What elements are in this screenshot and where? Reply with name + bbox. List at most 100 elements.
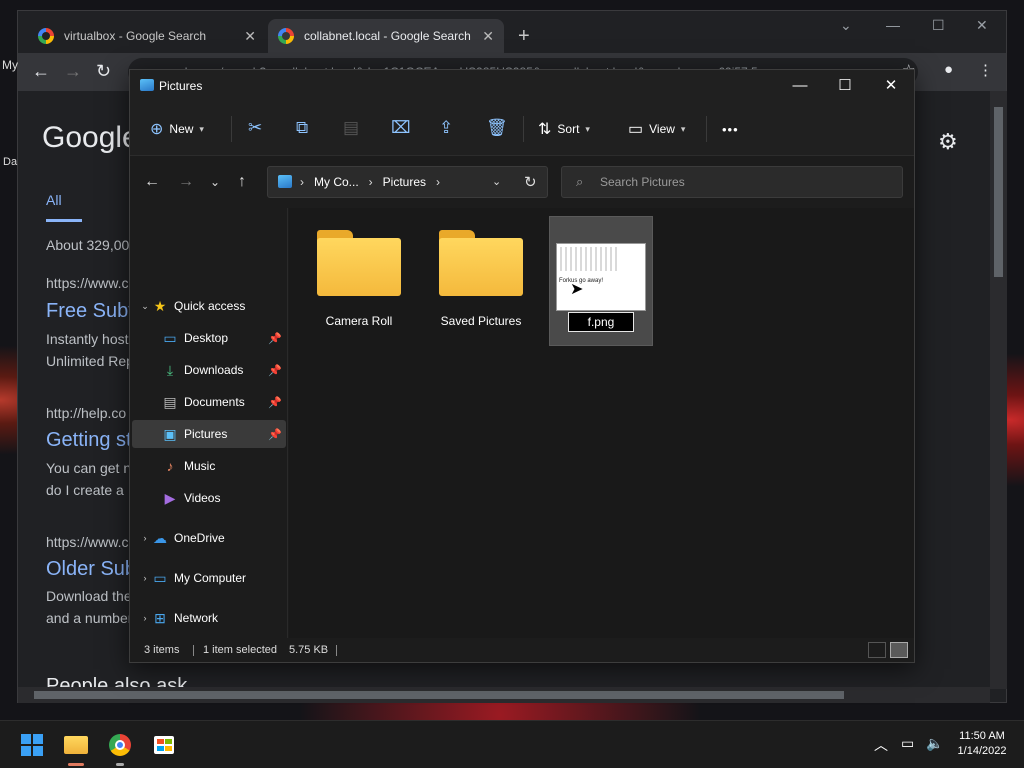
google-favicon-icon	[278, 28, 294, 44]
forward-arrow-icon[interactable]: →	[64, 61, 82, 82]
address-dropdown-icon[interactable]: ⌄	[492, 175, 501, 188]
google-logo[interactable]: Google	[42, 121, 139, 155]
delete-icon[interactable]: 🗑	[486, 118, 508, 138]
breadcrumb-chevron-icon[interactable]: ›	[436, 175, 440, 189]
result-title[interactable]: Free Subv	[46, 300, 138, 323]
sidebar-item-label: OneDrive	[174, 531, 225, 545]
result-title[interactable]: Getting st	[46, 429, 132, 452]
breadcrumb-chevron-icon[interactable]: ›	[300, 175, 304, 189]
copy-icon[interactable]: ⧉	[296, 118, 308, 138]
view-button[interactable]: ▭ View ▾	[628, 115, 685, 143]
paste-icon[interactable]: ▤	[343, 118, 359, 138]
sidebar-item-my-computer[interactable]: › ▭ My Computer	[132, 564, 286, 592]
pin-icon[interactable]: 📌	[268, 364, 282, 377]
back-arrow-icon[interactable]: ←	[144, 173, 160, 191]
breadcrumb-chevron-icon[interactable]: ›	[369, 175, 373, 189]
refresh-icon[interactable]: ↻	[524, 173, 537, 191]
sort-icon: ⇅	[538, 121, 552, 138]
system-clock[interactable]: 11:50 AM 1/14/2022	[950, 729, 1014, 759]
volume-icon[interactable]: 🔈	[926, 735, 943, 752]
rename-input[interactable]: f.png	[568, 312, 634, 332]
result-url[interactable]: https://www.c	[46, 275, 128, 291]
result-url[interactable]: http://help.co	[46, 405, 126, 421]
menu-kebab-icon[interactable]: ⋮	[978, 61, 993, 79]
share-icon[interactable]: ⇪	[439, 118, 453, 138]
sidebar-item-videos[interactable]: ▶ Videos	[132, 484, 286, 512]
horizontal-scrollbar[interactable]	[18, 687, 990, 703]
taskbar-chrome[interactable]	[104, 729, 136, 761]
scrollbar-thumb[interactable]	[994, 107, 1003, 277]
pin-icon[interactable]: 📌	[268, 396, 282, 409]
new-button[interactable]: ⊕ New ▾	[150, 115, 204, 143]
more-options-button[interactable]: •••	[722, 115, 739, 143]
result-snippet: do I create a I	[46, 482, 132, 498]
maximize-icon[interactable]: ☐	[932, 17, 945, 34]
cut-icon[interactable]: ✂	[248, 118, 262, 138]
result-snippet: You can get n	[46, 460, 132, 476]
network-status-icon[interactable]: ▭	[901, 735, 914, 752]
start-button[interactable]	[16, 729, 48, 761]
forward-arrow-icon[interactable]: →	[178, 173, 194, 191]
pin-icon[interactable]: 📌	[268, 428, 282, 441]
chevron-up-icon[interactable]: ︿	[874, 735, 888, 755]
sidebar-item-onedrive[interactable]: › ☁ OneDrive	[132, 524, 286, 552]
browser-tab-collabnet[interactable]: collabnet.local - Google Search ✕	[268, 19, 504, 53]
sidebar-item-quick-access[interactable]: ⌄ ★ Quick access	[132, 292, 286, 320]
sidebar-item-documents[interactable]: ▤ Documents 📌	[132, 388, 286, 416]
browser-tab-virtualbox[interactable]: virtualbox - Google Search ✕	[28, 19, 266, 53]
store-icon	[154, 736, 174, 754]
new-tab-button[interactable]: +	[518, 25, 530, 48]
pin-icon[interactable]: 📌	[268, 332, 282, 345]
file-item-folder[interactable]: Saved Pictures	[429, 216, 533, 346]
breadcrumb: › My Co... › Pictures ›	[300, 175, 440, 189]
result-count: About 329,00	[46, 237, 130, 253]
sidebar-item-downloads[interactable]: ⤓ Downloads 📌	[132, 356, 286, 384]
result-url[interactable]: https://www.c	[46, 534, 128, 550]
plus-circle-icon: ⊕	[150, 121, 164, 138]
chevron-right-icon[interactable]: ›	[138, 613, 152, 623]
rename-icon[interactable]: ⌧	[391, 118, 411, 138]
up-arrow-icon[interactable]: ↑	[238, 173, 246, 191]
scrollbar-thumb[interactable]	[34, 691, 844, 699]
details-view-icon[interactable]	[868, 642, 886, 658]
taskbar-store[interactable]	[148, 729, 180, 761]
chevron-right-icon[interactable]: ›	[138, 573, 152, 583]
taskbar-file-explorer[interactable]	[60, 729, 92, 761]
tab-all[interactable]: All	[46, 192, 62, 208]
profile-icon[interactable]: ●	[944, 61, 953, 78]
chevron-right-icon[interactable]: ›	[138, 533, 152, 543]
computer-icon: ▭	[153, 569, 167, 586]
breadcrumb-item[interactable]: Pictures	[383, 175, 426, 189]
breadcrumb-item[interactable]: My Co...	[314, 175, 359, 189]
divider	[193, 645, 194, 656]
reload-icon[interactable]: ↻	[96, 61, 111, 82]
minimize-icon[interactable]: —	[886, 17, 900, 33]
tab-search-icon[interactable]: ⌄	[840, 17, 852, 34]
file-item-folder[interactable]: Camera Roll	[307, 216, 411, 346]
close-tab-icon[interactable]: ✕	[482, 28, 494, 45]
large-icons-view-icon[interactable]	[890, 642, 908, 658]
chevron-down-icon[interactable]: ⌄	[138, 301, 152, 312]
sidebar-item-desktop[interactable]: ▭ Desktop 📌	[132, 324, 286, 352]
sidebar-item-network[interactable]: › ⊞ Network	[132, 604, 286, 632]
active-app-indicator	[68, 763, 84, 766]
result-title[interactable]: Older Sub	[46, 558, 136, 581]
recent-locations-icon[interactable]: ⌄	[210, 175, 220, 189]
address-bar[interactable]: › My Co... › Pictures › ⌄ ↻	[267, 166, 548, 198]
vertical-scrollbar[interactable]	[990, 91, 1007, 689]
minimize-button[interactable]: —	[780, 75, 820, 97]
settings-gear-icon[interactable]: ⚙	[938, 129, 958, 155]
close-icon[interactable]: ✕	[976, 17, 988, 34]
sidebar-item-music[interactable]: ♪ Music	[132, 452, 286, 480]
star-icon: ★	[153, 297, 167, 314]
file-item-image[interactable]: Forkus go away! ➤ f.png	[549, 216, 653, 346]
search-input[interactable]	[600, 173, 890, 191]
document-icon: ▤	[163, 393, 177, 410]
maximize-button[interactable]: ☐	[825, 75, 865, 97]
close-button[interactable]: ✕	[871, 75, 911, 97]
back-arrow-icon[interactable]: ←	[32, 61, 50, 82]
sort-button[interactable]: ⇅ Sort ▾	[538, 115, 590, 143]
search-box[interactable]: ⌕	[561, 166, 903, 198]
sidebar-item-pictures[interactable]: ▣ Pictures 📌	[132, 420, 286, 448]
close-tab-icon[interactable]: ✕	[244, 28, 256, 45]
